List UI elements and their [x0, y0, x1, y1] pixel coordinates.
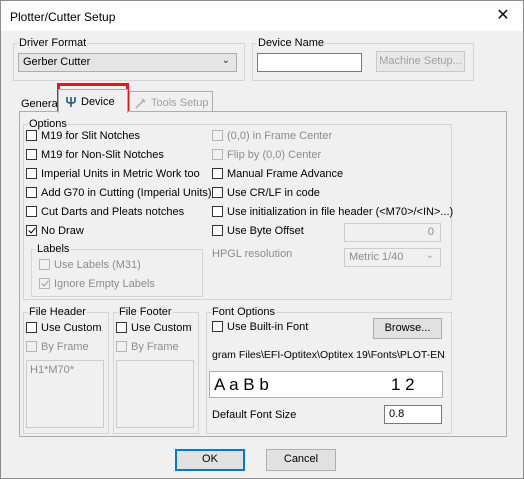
font-path-text: gram Files\EFI-Optitex\Optitex 19\Fonts\…	[212, 349, 445, 361]
file-footer-use-custom-checkbox[interactable]: Use Custom	[116, 322, 192, 338]
checkbox-label: Use Byte Offset	[227, 225, 304, 237]
cut-darts-pleats-checkbox[interactable]: Cut Darts and Pleats notches	[26, 206, 184, 222]
cancel-button[interactable]: Cancel	[266, 449, 336, 471]
labels-legend: Labels	[37, 243, 70, 255]
tab-device-label: Device	[81, 96, 115, 108]
file-header-text: H1*M70*	[30, 364, 75, 376]
checkbox-box	[212, 321, 223, 332]
no-draw-checkbox[interactable]: No Draw	[26, 225, 84, 241]
checkbox-label: Ignore Empty Labels	[54, 278, 155, 290]
checkbox-box	[26, 130, 37, 141]
use-builtin-font-checkbox[interactable]: Use Built-in Font	[212, 321, 308, 337]
checkbox-label: No Draw	[41, 225, 84, 237]
file-header-by-frame-checkbox[interactable]: By Frame	[26, 341, 89, 357]
checkbox-label: M19 for Non-Slit Notches	[41, 149, 164, 161]
default-font-size-input[interactable]: 0.8	[384, 405, 442, 424]
checkbox-box	[116, 322, 127, 333]
checkbox-box	[26, 322, 37, 333]
checkbox-box	[212, 187, 223, 198]
checkbox-box	[212, 168, 223, 179]
ignore-empty-labels-checkbox[interactable]: Ignore Empty Labels	[39, 278, 155, 294]
flip-center-checkbox[interactable]: Flip by (0,0) Center	[212, 149, 321, 165]
checkbox-box	[26, 168, 37, 179]
checkbox-box	[212, 149, 223, 160]
frame-center-checkbox[interactable]: (0,0) in Frame Center	[212, 130, 332, 146]
checkbox-label: Flip by (0,0) Center	[227, 149, 322, 161]
checkbox-label: Use CR/LF in code	[227, 187, 320, 199]
hpgl-resolution-label: HPGL resolution	[212, 248, 293, 260]
checkbox-label: Use Custom	[131, 322, 192, 334]
title-bar: Plotter/Cutter Setup ✕	[1, 1, 523, 31]
checkbox-box	[39, 259, 50, 270]
checkbox-box	[116, 341, 127, 352]
checkbox-label: Cut Darts and Pleats notches	[41, 206, 185, 218]
plotter-cutter-setup-dialog: Plotter/Cutter Setup ✕ Driver Format Ger…	[0, 0, 524, 479]
checkbox-box	[26, 187, 37, 198]
use-crlf-checkbox[interactable]: Use CR/LF in code	[212, 187, 320, 203]
font-sample-letters: A a B b	[214, 375, 269, 394]
checkbox-label: Use initialization in file header (<M70>…	[227, 206, 454, 218]
checkbox-box	[26, 149, 37, 160]
font-options-legend: Font Options	[212, 306, 275, 318]
byte-offset-input[interactable]: 0	[344, 223, 441, 242]
chevron-down-icon: ⌄	[425, 250, 434, 261]
checkbox-label: (0,0) in Frame Center	[227, 130, 333, 142]
file-header-legend: File Header	[29, 306, 86, 318]
checkbox-label: M19 for Slit Notches	[41, 130, 141, 142]
checkbox-box	[212, 130, 223, 141]
checkbox-label: Use Labels (M31)	[54, 259, 141, 271]
ok-button[interactable]: OK	[175, 449, 245, 471]
file-header-textarea[interactable]: H1*M70*	[26, 360, 104, 428]
default-font-size-label: Default Font Size	[212, 409, 297, 421]
checkbox-label: By Frame	[131, 341, 179, 353]
checkbox-label: Use Built-in Font	[227, 321, 309, 333]
add-g70-checkbox[interactable]: Add G70 in Cutting (Imperial Units)	[26, 187, 212, 203]
manual-frame-advance-checkbox[interactable]: Manual Frame Advance	[212, 168, 343, 184]
m19-slit-notches-checkbox[interactable]: M19 for Slit Notches	[26, 130, 140, 146]
machine-setup-button[interactable]: Machine Setup...	[376, 51, 465, 72]
driver-format-value: Gerber Cutter	[23, 56, 91, 68]
window-title: Plotter/Cutter Setup	[10, 10, 116, 24]
checkbox-box	[26, 225, 37, 236]
close-icon[interactable]: ✕	[483, 1, 523, 31]
driver-format-select[interactable]: Gerber Cutter ⌄	[18, 53, 237, 72]
checkbox-label: Imperial Units in Metric Work too	[41, 168, 200, 180]
device-fork-icon	[66, 97, 76, 107]
file-footer-textarea[interactable]	[116, 360, 194, 428]
options-legend: Options	[29, 118, 67, 130]
m19-non-slit-notches-checkbox[interactable]: M19 for Non-Slit Notches	[26, 149, 164, 165]
checkbox-label: By Frame	[41, 341, 89, 353]
chevron-down-icon: ⌄	[221, 55, 230, 66]
driver-format-legend: Driver Format	[19, 37, 87, 49]
browse-button[interactable]: Browse...	[373, 318, 442, 339]
hpgl-resolution-value: Metric 1/40	[349, 251, 404, 263]
checkbox-box	[39, 278, 50, 289]
device-name-input[interactable]	[257, 53, 362, 72]
checkbox-box	[212, 225, 223, 236]
use-labels-checkbox[interactable]: Use Labels (M31)	[39, 259, 141, 275]
font-sample-digits: 1 2	[391, 375, 415, 394]
use-initialization-checkbox[interactable]: Use initialization in file header (<M70>…	[212, 206, 453, 222]
checkbox-box	[26, 206, 37, 217]
font-preview-box: A a B b 1 2	[209, 371, 443, 398]
checkbox-box	[26, 341, 37, 352]
tab-tools-setup[interactable]: Tools Setup	[129, 91, 213, 112]
tab-general-label: General	[21, 98, 61, 110]
tools-icon	[135, 98, 146, 109]
checkbox-label: Use Custom	[41, 322, 102, 334]
file-footer-legend: File Footer	[119, 306, 172, 318]
imperial-units-checkbox[interactable]: Imperial Units in Metric Work too	[26, 168, 200, 184]
hpgl-resolution-select[interactable]: Metric 1/40 ⌄	[344, 248, 441, 267]
checkbox-label: Manual Frame Advance	[227, 168, 344, 180]
tab-device[interactable]: Device	[58, 89, 128, 113]
checkbox-label: Add G70 in Cutting (Imperial Units)	[41, 187, 212, 199]
file-footer-by-frame-checkbox[interactable]: By Frame	[116, 341, 179, 357]
checkbox-box	[212, 206, 223, 217]
device-name-legend: Device Name	[258, 37, 325, 49]
use-byte-offset-checkbox[interactable]: Use Byte Offset	[212, 225, 304, 241]
file-header-use-custom-checkbox[interactable]: Use Custom	[26, 322, 102, 338]
